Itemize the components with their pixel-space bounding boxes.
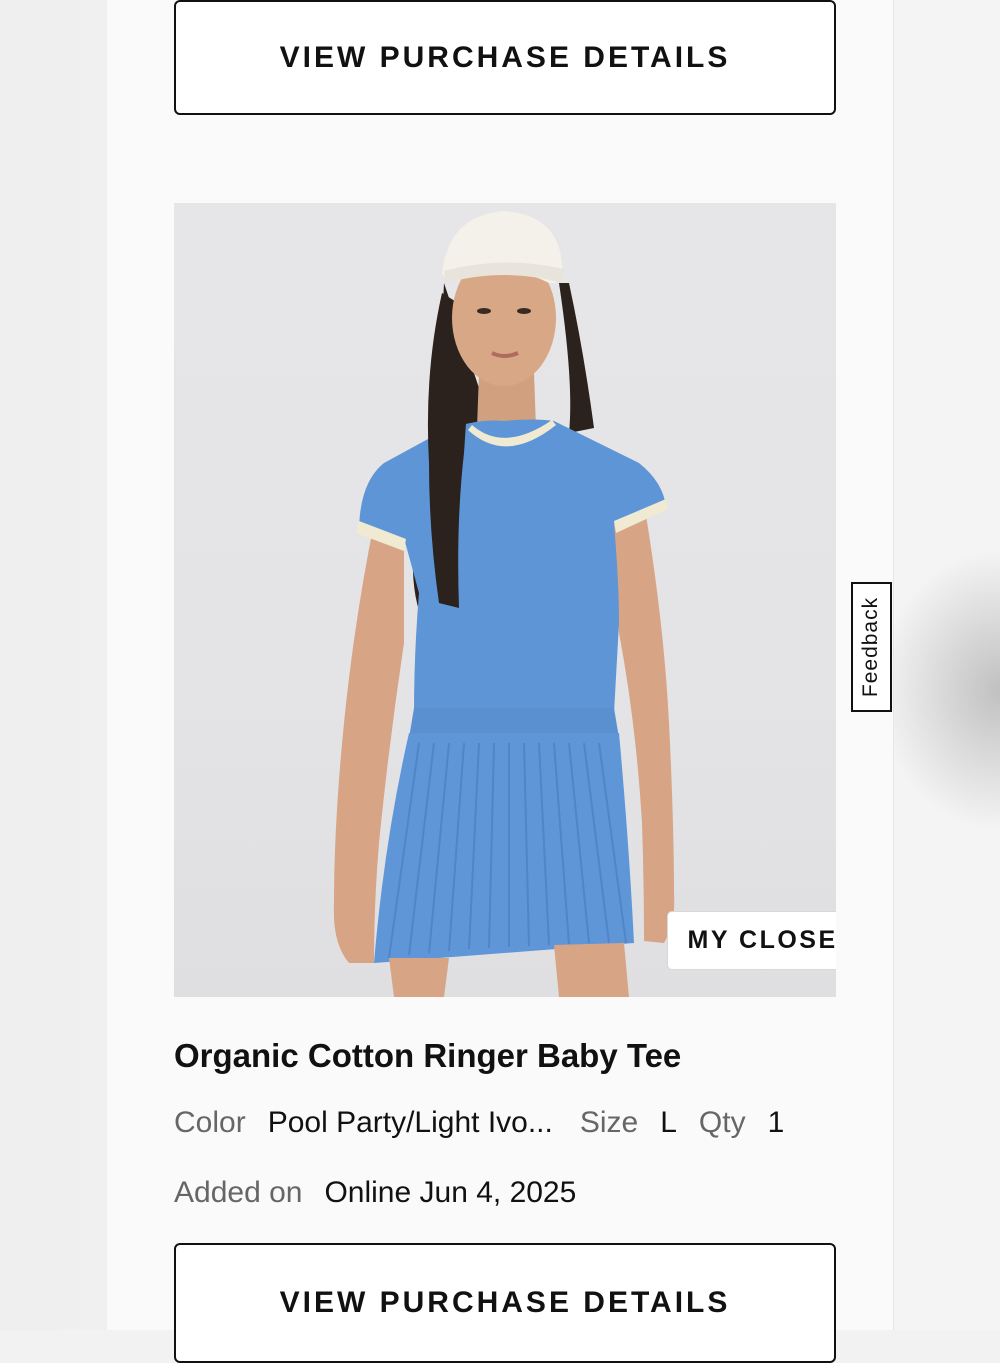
product-attributes: Color Pool Party/Light Ivo... Size L Qty… — [174, 1106, 784, 1140]
added-on-label: Added on — [174, 1176, 302, 1210]
feedback-tab[interactable]: Feedback — [851, 582, 892, 712]
added-on-row: Added on Online Jun 4, 2025 — [174, 1176, 576, 1210]
order-card-column: VIEW PURCHASE DETAILS — [107, 0, 894, 1330]
product-photo-illustration — [174, 203, 836, 997]
product-title[interactable]: Organic Cotton Ringer Baby Tee — [174, 1037, 681, 1075]
feedback-label: Feedback — [860, 597, 884, 697]
view-purchase-details-button-2[interactable]: VIEW PURCHASE DETAILS — [174, 1243, 836, 1363]
my-closet-badge[interactable]: MY CLOSET — [667, 911, 836, 970]
product-image[interactable]: MY CLOSET — [174, 203, 836, 997]
view-purchase-details-button[interactable]: VIEW PURCHASE DETAILS — [174, 0, 836, 115]
view-purchase-details-label-2: VIEW PURCHASE DETAILS — [280, 1286, 731, 1320]
color-value: Pool Party/Light Ivo... — [268, 1106, 553, 1140]
size-label: Size — [580, 1106, 638, 1140]
color-label: Color — [174, 1106, 246, 1140]
added-on-value: Online Jun 4, 2025 — [324, 1176, 576, 1210]
my-closet-label: MY CLOSET — [688, 926, 836, 955]
qty-label: Qty — [699, 1106, 746, 1140]
view-purchase-details-label: VIEW PURCHASE DETAILS — [280, 41, 731, 75]
qty-value: 1 — [768, 1106, 785, 1140]
size-value: L — [660, 1106, 677, 1140]
